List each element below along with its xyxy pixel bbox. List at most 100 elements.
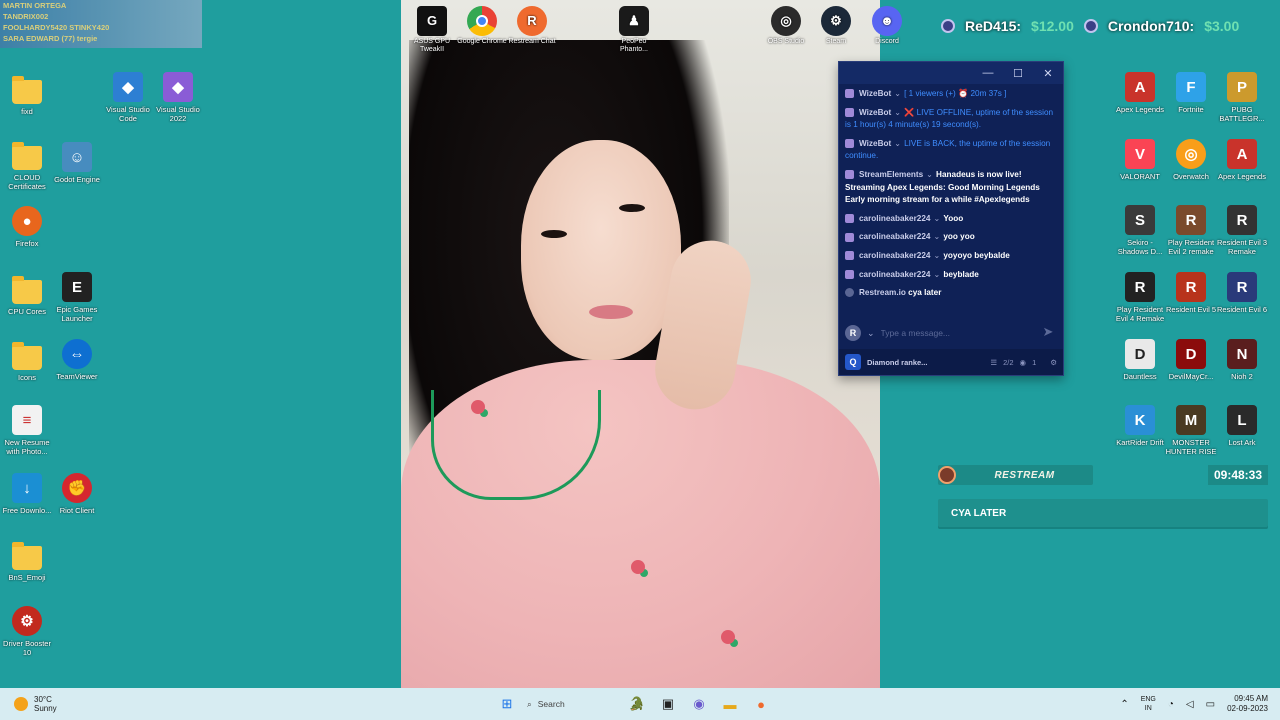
desktop-icon-label: Sekiro - Shadows D... (1117, 238, 1163, 256)
top-icon-obs[interactable]: ◎ OBS Studio (760, 6, 812, 46)
volume-icon[interactable]: ◁ (1186, 699, 1194, 710)
chat-username[interactable]: WizeBot (859, 89, 891, 98)
chat-username[interactable]: Restream.io (859, 288, 906, 297)
desktop-icon-apex-legends[interactable]: A Apex Legends (1113, 72, 1167, 114)
chevron-down-icon[interactable]: ⌄ (867, 328, 875, 339)
chat-username[interactable]: carolineabaker224 (859, 251, 930, 260)
desktop-icon-firefox[interactable]: ● Firefox (0, 206, 54, 248)
desktop-icon-sekiro[interactable]: S Sekiro - Shadows D... (1113, 205, 1167, 256)
desktop-icon-re5[interactable]: R Resident Evil 5 (1164, 272, 1218, 314)
start-button[interactable]: ⊞ (496, 693, 518, 715)
clock[interactable]: 09:45 AM 02-09-2023 (1227, 694, 1268, 714)
chevron-down-icon[interactable]: ⌄ (894, 89, 901, 98)
taskbar-search[interactable]: ⌕ Search (527, 693, 617, 715)
desktop-icon-cloud-certificates[interactable]: CLOUD Certificates (0, 142, 54, 191)
desktop-icon-label: DevilMayCr... (1168, 372, 1214, 381)
top-icon-asus-gpu-tweak[interactable]: G ASUS GPU TweakII (406, 6, 458, 54)
desktop-icon-re3[interactable]: R Resident Evil 3 Remake (1215, 205, 1269, 256)
chevron-down-icon[interactable]: ⌄ (894, 108, 901, 117)
desktop-icon-mh-rise[interactable]: M MONSTER HUNTER RISE (1164, 405, 1218, 456)
donation-amount: $3.00 (1204, 18, 1240, 34)
chat-icon[interactable]: ◉ (688, 693, 710, 715)
chat-message-input[interactable] (880, 328, 1033, 338)
desktop-icon-godot[interactable]: ☺ Godot Engine (50, 142, 104, 184)
desktop-icon-vscode[interactable]: ◆ Visual Studio Code (101, 72, 155, 123)
wifi-icon[interactable]: ◔ (1168, 699, 1174, 710)
chevron-down-icon[interactable]: ⌄ (933, 251, 940, 260)
donor-name: Crondon710: (1107, 18, 1195, 34)
desktop-icon-valorant[interactable]: V VALORANT (1113, 139, 1167, 181)
chat-username[interactable]: carolineabaker224 (859, 214, 930, 223)
godot-icon: ☺ (62, 142, 92, 172)
chevron-down-icon[interactable]: ⌄ (933, 232, 940, 241)
chat-username[interactable]: WizeBot (859, 139, 891, 148)
channel-avatar[interactable]: Q (845, 354, 861, 370)
desktop-icon-nioh2[interactable]: N Nioh 2 (1215, 339, 1269, 381)
top-icon-restream-chat[interactable]: R Restream Chat (506, 6, 558, 46)
desktop-icon-re6[interactable]: R Resident Evil 6 (1215, 272, 1269, 314)
chat-text: yoyoyo beybalde (943, 250, 1010, 260)
channel-selector[interactable]: R (845, 325, 861, 341)
send-icon[interactable]: ➤ (1039, 324, 1057, 342)
chat-input-row: R ⌄ ➤ (839, 320, 1063, 346)
battery-icon[interactable]: ▭ (1206, 699, 1215, 710)
top-icon-label: Discord (875, 38, 899, 45)
desktop-icon-dauntless[interactable]: D Dauntless (1113, 339, 1167, 381)
weather-widget[interactable]: 30°C Sunny (14, 695, 57, 713)
folder-icon (12, 142, 42, 170)
gear-icon[interactable]: ⚙ (1050, 358, 1057, 367)
desktop-icon-riot-client[interactable]: ✊ Riot Client (50, 473, 104, 515)
desktop-icon-icons[interactable]: Icons (0, 342, 54, 382)
chevron-down-icon[interactable]: ⌄ (894, 139, 901, 148)
top-icon-peopeo[interactable]: ♟ PeoPeo Phanto... (608, 6, 660, 54)
chat-message-list[interactable]: WizeBot ⌄[ 1 viewers (+) ⏰ 20m 37s ] Wize… (839, 84, 1063, 330)
desktop-icon-label: Godot Engine (54, 175, 100, 184)
widget-icon[interactable]: 🐊 (626, 693, 648, 715)
desktop-icon-overwatch[interactable]: ◎ Overwatch (1164, 139, 1218, 181)
file-explorer-icon[interactable]: ▬ (719, 693, 741, 715)
twitch-icon (845, 107, 854, 117)
chat-username[interactable]: StreamElements (859, 170, 923, 179)
chevron-down-icon[interactable]: ⌄ (926, 170, 933, 179)
desktop-icon-pubg[interactable]: P PUBG BATTLEGR... (1215, 72, 1269, 123)
eye-icon: ◉ (1019, 357, 1027, 367)
chat-username[interactable]: carolineabaker224 (859, 232, 930, 241)
close-button[interactable]: ✕ (1033, 67, 1063, 80)
top-icon-steam[interactable]: ⚙ Steam (810, 6, 862, 46)
apex-icon: A (1227, 139, 1257, 169)
desktop-icon-dmc[interactable]: D DevilMayCr... (1164, 339, 1218, 381)
stream-title[interactable]: Diamond ranke... (867, 358, 984, 367)
platforms-icon[interactable]: ☰ (990, 358, 997, 367)
chevron-up-icon[interactable]: ⌃ (1120, 699, 1128, 710)
desktop-icon-epic-games[interactable]: E Epic Games Launcher (50, 272, 104, 323)
desktop-icon-fortnite[interactable]: F Fortnite (1164, 72, 1218, 114)
desktop-icon-resume[interactable]: ≡ New Resume with Photo... (0, 405, 54, 456)
top-icon-chrome[interactable]: Google Chrome (456, 6, 508, 46)
language-indicator[interactable]: ENG IN (1141, 695, 1156, 713)
task-view-icon[interactable]: ▣ (657, 693, 679, 715)
desktop-icon-apex-legends-2[interactable]: A Apex Legends (1215, 139, 1269, 181)
desktop-icon-bns-emoji[interactable]: BnS_Emoji (0, 542, 54, 582)
top-icon-discord[interactable]: ☻ Discord (861, 6, 913, 46)
desktop-icon-teamviewer[interactable]: ⇔ TeamViewer (50, 339, 104, 381)
desktop-icon-re4[interactable]: R Play Resident Evil 4 Remake (1113, 272, 1167, 323)
chat-username[interactable]: carolineabaker224 (859, 270, 930, 279)
re6-icon: R (1227, 272, 1257, 302)
chevron-down-icon[interactable]: ⌄ (933, 270, 940, 279)
desktop-icon-cpu-cores[interactable]: CPU Cores (0, 276, 54, 316)
desktop-icon-lost-ark[interactable]: L Lost Ark (1215, 405, 1269, 447)
taskbar: 30°C Sunny ⊞ ⌕ Search 🐊 ▣ ◉ ▬ ● ⌃ ENG IN… (0, 688, 1280, 720)
chevron-down-icon[interactable]: ⌄ (933, 214, 940, 223)
desktop-icon-visual-studio[interactable]: ◆ Visual Studio 2022 (151, 72, 205, 123)
desktop-icon-fixd[interactable]: fixd (0, 76, 54, 116)
chat-username[interactable]: WizeBot (859, 108, 891, 117)
obs-icon: ◎ (771, 6, 801, 36)
desktop-icon-driver-booster[interactable]: ⚙ Driver Booster 10 (0, 606, 54, 657)
minimize-button[interactable]: — (973, 67, 1003, 79)
chat-message: carolineabaker224 ⌄ Yooo (845, 213, 1057, 226)
desktop-icon-kartrider[interactable]: K KartRider Drift (1113, 405, 1167, 447)
desktop-icon-free-download[interactable]: ↓ Free Downlo... (0, 473, 54, 515)
desktop-icon-re2[interactable]: R Play Resident Evil 2 remake (1164, 205, 1218, 256)
maximize-button[interactable]: ☐ (1003, 67, 1033, 80)
restream-taskbar-icon[interactable]: ● (750, 693, 772, 715)
